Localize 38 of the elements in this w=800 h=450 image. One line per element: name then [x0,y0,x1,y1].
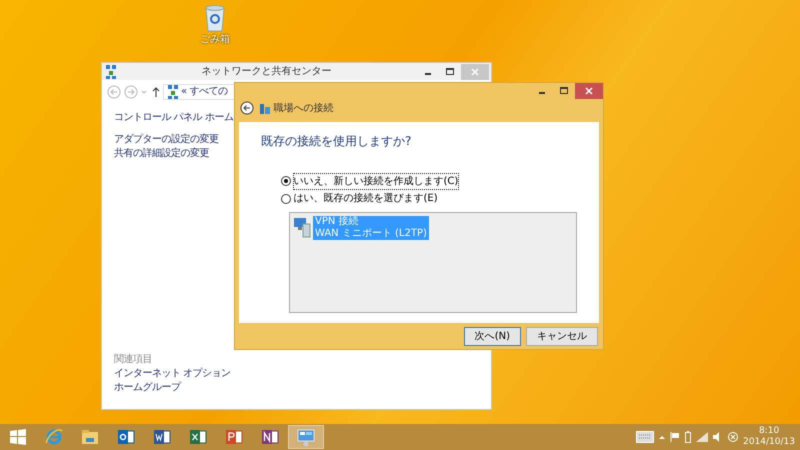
signal-bars-icon[interactable] [696,432,708,442]
sidebar-link[interactable]: 共有の詳細設定の変更 [114,146,209,160]
network-computer-icon [292,216,310,238]
caret-up-icon[interactable] [659,434,666,440]
battery-icon[interactable] [685,431,692,443]
control-panel-icon [296,427,316,447]
presentation-icon [224,427,244,447]
spreadsheet-icon [188,427,208,447]
close-circle-icon[interactable] [728,432,738,442]
windows-logo-icon [10,429,26,445]
sidebar-link[interactable]: コントロール パネル ホーム [114,110,234,124]
network-icon [104,64,116,80]
recycle-bin-icon [204,4,226,32]
building-icon [259,102,271,114]
radio-button[interactable] [281,194,291,204]
network-icon [166,84,178,100]
next-button[interactable]: 次へ(N) [464,326,521,346]
notebook-icon [260,427,280,447]
browser-icon [44,427,64,447]
dialog-title: 職場への接続 [274,102,334,116]
radio-label[interactable]: いいえ、新しい接続を作成します(C) [294,174,458,189]
radio-button[interactable] [281,176,291,186]
up-arrow-icon[interactable] [150,84,160,98]
related-link[interactable]: インターネット オプション [114,367,231,381]
close-icon[interactable] [575,83,603,99]
question-heading: 既存の接続を使用しますか? [261,132,412,150]
word-processor-icon [152,427,172,447]
related-heading: 関連項目 [114,353,152,367]
sidebar-link[interactable]: アダプターの設定の変更 [114,132,218,146]
cancel-button[interactable]: キャンセル [526,326,598,346]
address-text: « すべての [181,84,228,98]
keyboard-icon[interactable] [636,431,654,443]
flag-icon[interactable] [670,432,680,442]
folder-icon [80,427,100,447]
mail-app-icon [116,427,136,447]
radio-label[interactable]: はい、既存の接続を選びます(E) [294,191,438,206]
related-link[interactable]: ホームグループ [114,381,180,395]
window-title: ネットワークと共有センター [202,64,332,79]
